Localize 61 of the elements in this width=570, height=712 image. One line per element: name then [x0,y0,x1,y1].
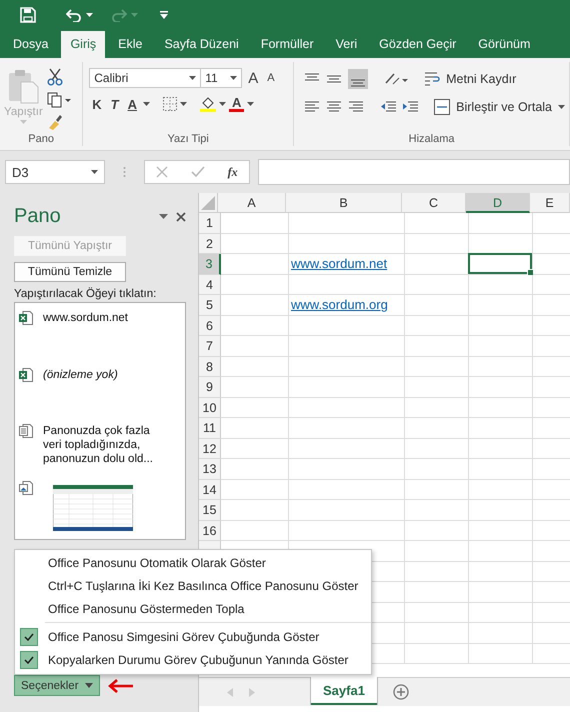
menu-item[interactable]: Office Panosunu Göstermeden Topla [48,602,244,616]
group-label: Hizalama [408,133,456,145]
clipboard-item[interactable]: Panonuzda çok fazla veri topladığınızda, panonuzun dolu old... [43,424,153,466]
row-header[interactable]: 12 [199,438,221,459]
group-label: Pano [27,133,55,145]
row-header[interactable]: 8 [199,356,221,377]
column-header[interactable]: D [466,193,530,213]
row-header[interactable]: 15 [199,500,221,520]
pane-title: Pano [14,205,62,228]
row-header[interactable]: 5 [199,295,221,316]
bold-button[interactable]: K [89,96,105,112]
row-header[interactable]: 3 [199,254,221,274]
menu-item[interactable]: Office Panosunu Otomatik Olarak Göster [48,556,266,570]
options-button[interactable]: Seçenekler [14,675,100,696]
group-label: Yazı Tipi [166,133,210,145]
ribbon-tab[interactable]: Giriş [61,31,106,58]
wrap-text-button[interactable]: Metni Kaydır [446,72,516,86]
column-header[interactable]: A [218,193,286,213]
menu-item[interactable]: Ctrl+C Tuşlarına İki Kez Basılınca Office Panosunu Göster [48,578,358,592]
row-header[interactable]: 13 [199,459,221,480]
font-name-field[interactable]: Calibri [89,68,202,88]
ribbon-tab[interactable]: Veri [326,31,366,58]
hyperlink[interactable]: www.sordum.org [291,297,388,312]
sheet-tab[interactable]: Sayfa1 [311,677,377,705]
insert-function-button[interactable]: fx [228,164,238,180]
ribbon-tab[interactable]: Gözden Geçir [370,31,466,58]
row-header[interactable]: 16 [199,520,221,541]
font-size-field[interactable]: 11 [200,68,242,88]
row-header[interactable]: 14 [199,480,221,500]
column-header[interactable]: B [286,193,402,213]
ribbon-tab[interactable]: Formüller [252,31,323,58]
ribbon-tab[interactable]: Ekle [109,31,152,58]
ribbon-tab[interactable]: Sayfa Düzeni [155,31,248,58]
name-box[interactable]: D3 [5,160,105,184]
ribbon-tab[interactable]: Görünüm [469,31,540,58]
row-header[interactable]: 4 [199,274,221,295]
row-header[interactable]: 6 [199,316,221,336]
column-header[interactable]: C [402,193,466,213]
pane-button[interactable]: Tümünü Temizle [14,262,126,282]
row-header[interactable]: 1 [199,213,221,234]
row-header[interactable]: 11 [199,418,221,438]
clipboard-item[interactable]: (önizleme yok) [43,368,118,382]
instruction-text: Yapıştırılacak Öğeyi tıklatın: [14,288,158,300]
row-header[interactable]: 9 [199,377,221,398]
underline-button[interactable]: A [124,96,140,112]
grow-font-button[interactable]: A [245,70,262,86]
shrink-font-button[interactable]: A [264,72,278,84]
italic-button[interactable]: T [108,96,122,112]
grid-cell[interactable]: www.sordum.org [289,295,405,316]
row-header[interactable]: 2 [199,234,221,254]
row-header[interactable]: 7 [199,336,221,356]
column-header[interactable]: E [530,193,570,213]
clipboard-item[interactable]: www.sordum.net [43,311,128,325]
menu-item[interactable]: Kopyalarken Durumu Görev Çubuğunun Yanında Göster [48,652,348,666]
menu-item[interactable]: Office Panosu Simgesini Görev Çubuğunda Göster [48,630,320,644]
merge-center-button[interactable]: Birleştir ve Ortala [456,100,552,114]
font-color-button[interactable]: A [228,96,244,112]
grid-cell[interactable]: www.sordum.net [289,254,405,274]
hyperlink[interactable]: www.sordum.net [291,256,388,271]
ribbon-tab[interactable]: Dosya [4,31,58,58]
row-header[interactable]: 10 [199,398,221,418]
